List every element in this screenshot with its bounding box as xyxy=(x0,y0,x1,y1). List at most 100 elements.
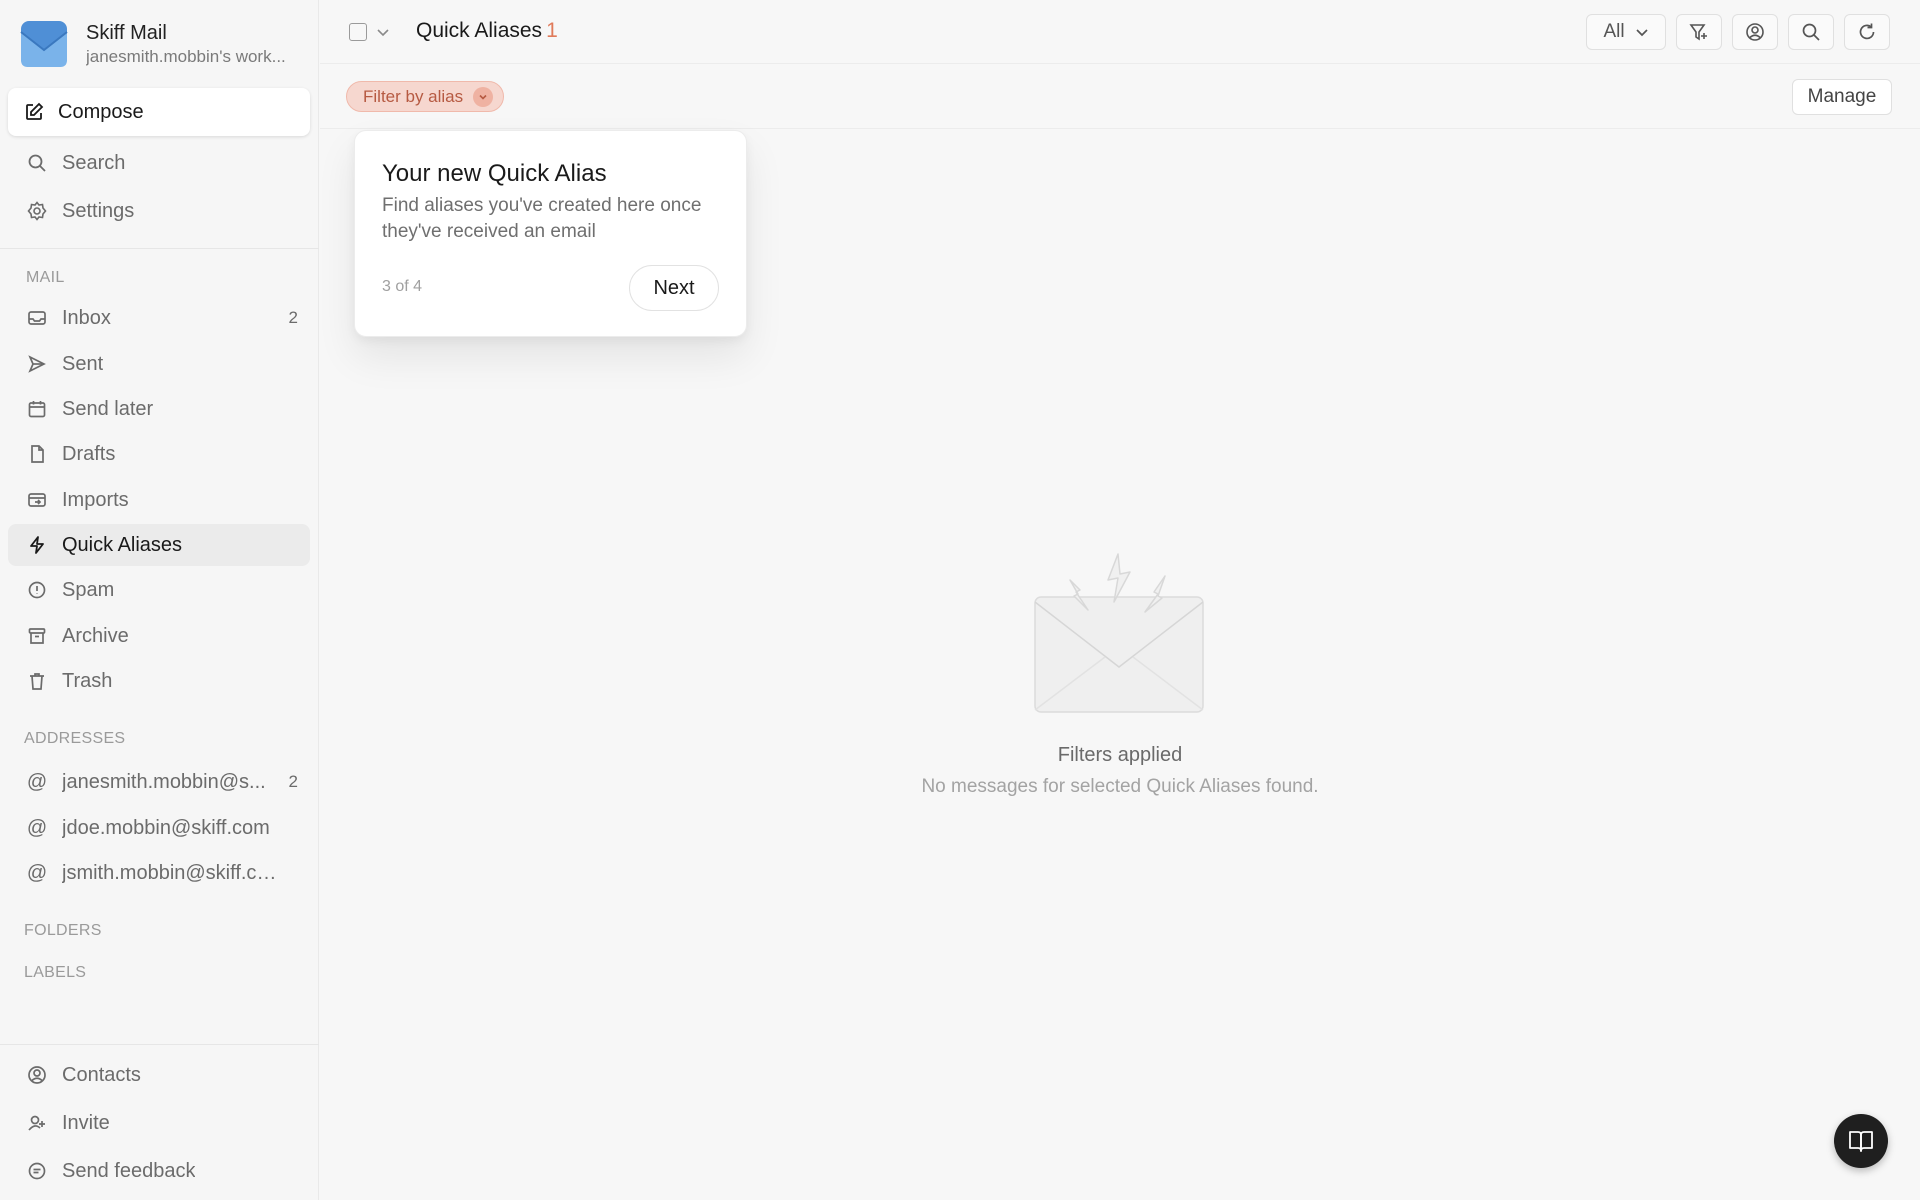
sidebar-item-trash[interactable]: Trash xyxy=(8,660,310,702)
sidebar-divider xyxy=(0,1044,319,1045)
search-button[interactable] xyxy=(1788,14,1834,50)
filter-plus-icon xyxy=(1689,24,1707,41)
feedback-icon xyxy=(26,1160,48,1182)
filter-select-dropdown[interactable]: All xyxy=(1586,14,1666,50)
filter-by-alias-button[interactable]: Filter by alias xyxy=(346,81,505,112)
addresses-section-title: ADDRESSES xyxy=(24,730,126,747)
refresh-icon xyxy=(1859,23,1875,40)
sidebar-item-label: Settings xyxy=(62,199,135,222)
sidebar-item-label: Imports xyxy=(62,488,129,511)
user-circle-icon xyxy=(1746,23,1764,41)
help-docs-button[interactable] xyxy=(1834,1114,1888,1168)
import-icon xyxy=(26,489,48,511)
invite-icon xyxy=(26,1112,48,1134)
address-label: jdoe.mobbin@skiff.com xyxy=(62,816,270,839)
at-sign-icon: @ xyxy=(26,770,48,793)
sidebar-item-label: Inbox xyxy=(62,306,111,329)
filter-bar: Filter by alias Manage xyxy=(320,65,1920,129)
chevron-down-icon xyxy=(1635,29,1648,37)
tooltip-title: Your new Quick Alias xyxy=(382,160,607,187)
mail-header: Quick Aliases 1 All xyxy=(320,0,1920,64)
sidebar-item-label: Spam xyxy=(62,578,115,601)
sidebar-item-settings[interactable]: Settings xyxy=(8,190,310,232)
sidebar-item-spam[interactable]: Spam xyxy=(8,569,310,611)
address-count-badge: 2 xyxy=(288,772,298,791)
skiff-mail-logo-icon xyxy=(20,21,68,67)
sidebar-item-label: Drafts xyxy=(62,442,116,465)
bolt-icon xyxy=(26,534,48,556)
sidebar-item-label: Invite xyxy=(62,1111,110,1134)
spam-icon xyxy=(26,579,48,601)
folders-section-title[interactable]: FOLDERS xyxy=(24,922,102,940)
address-label: janesmith.mobbin@s... xyxy=(62,770,266,793)
select-all-checkbox[interactable] xyxy=(349,23,367,41)
send-icon xyxy=(26,353,48,375)
chevron-down-icon[interactable] xyxy=(376,22,390,42)
empty-envelope-icon xyxy=(1034,553,1204,713)
gear-icon xyxy=(26,200,48,222)
sidebar-item-contacts[interactable]: Contacts xyxy=(8,1054,310,1096)
sidebar-item-label: Contacts xyxy=(62,1063,141,1086)
sidebar-item-quick-aliases[interactable]: Quick Aliases xyxy=(8,524,310,566)
address-label: jsmith.mobbin@skiff.com xyxy=(62,861,282,884)
sidebar-item-send-feedback[interactable]: Send feedback xyxy=(8,1150,310,1192)
sidebar-item-sent[interactable]: Sent xyxy=(8,343,310,385)
calendar-icon xyxy=(26,398,48,420)
sidebar-item-label: Trash xyxy=(62,669,113,692)
labels-section-title[interactable]: LABELS xyxy=(24,964,86,982)
chevron-down-icon xyxy=(473,86,494,107)
mail-section-title: MAIL xyxy=(26,269,65,286)
brand[interactable]: Skiff Mail janesmith.mobbin's work... xyxy=(20,20,286,68)
tooltip-description: Find aliases you've created here once th… xyxy=(382,195,702,242)
filter-select-value: All xyxy=(1603,21,1625,42)
next-button[interactable]: Next xyxy=(629,265,719,311)
sidebar-item-invite[interactable]: Invite xyxy=(8,1102,310,1144)
sidebar-item-search[interactable]: Search xyxy=(8,142,310,184)
app-name: Skiff Mail xyxy=(86,22,167,44)
book-open-icon xyxy=(1849,1131,1873,1152)
sidebar-item-label: Quick Aliases xyxy=(62,533,183,556)
at-sign-icon: @ xyxy=(26,816,48,839)
manage-button[interactable]: Manage xyxy=(1792,79,1892,115)
sidebar-item-label: Search xyxy=(62,151,126,174)
compose-icon xyxy=(26,102,44,120)
draft-icon xyxy=(26,443,48,465)
trash-icon xyxy=(26,670,48,692)
sidebar-item-label: Send feedback xyxy=(62,1159,196,1182)
page-title: Quick Aliases 1 xyxy=(416,19,558,43)
sidebar-item-imports[interactable]: Imports xyxy=(8,479,310,521)
at-sign-icon: @ xyxy=(26,861,48,884)
page-title-text: Quick Aliases xyxy=(416,19,543,42)
filter-pill-label: Filter by alias xyxy=(363,86,464,106)
sidebar-item-label: Sent xyxy=(62,352,104,375)
contacts-icon xyxy=(26,1064,48,1086)
search-icon xyxy=(26,152,48,174)
refresh-button[interactable] xyxy=(1844,14,1890,50)
sidebar-item-send-later[interactable]: Send later xyxy=(8,388,310,430)
tooltip-step-indicator: 3 of 4 xyxy=(382,278,423,295)
sidebar-item-inbox[interactable]: Inbox 2 xyxy=(8,297,310,339)
empty-state-title: Filters applied xyxy=(1057,744,1183,766)
app-root: Skiff Mail janesmith.mobbin's work... Co… xyxy=(0,0,1920,1200)
contacts-filter-button[interactable] xyxy=(1732,14,1778,50)
archive-icon xyxy=(26,625,48,647)
sidebar-divider xyxy=(0,248,319,249)
sidebar-item-label: Archive xyxy=(62,624,129,647)
sidebar: Skiff Mail janesmith.mobbin's work... Co… xyxy=(0,0,319,1200)
filter-add-button[interactable] xyxy=(1676,14,1722,50)
sidebar-item-label: Send later xyxy=(62,397,154,420)
page-count-badge: 1 xyxy=(546,19,558,42)
empty-state-subtitle: No messages for selected Quick Aliases f… xyxy=(921,776,1319,797)
inbox-icon xyxy=(26,307,48,329)
address-item[interactable]: @ jdoe.mobbin@skiff.com xyxy=(8,807,310,849)
sidebar-item-drafts[interactable]: Drafts xyxy=(8,433,310,475)
compose-label: Compose xyxy=(58,100,144,123)
search-icon xyxy=(1802,23,1820,41)
compose-button[interactable]: Compose xyxy=(8,88,310,136)
address-item[interactable]: @ janesmith.mobbin@s... 2 xyxy=(8,761,310,803)
onboarding-tooltip: Your new Quick Alias Find aliases you've… xyxy=(354,130,747,337)
sidebar-item-archive[interactable]: Archive xyxy=(8,615,310,657)
workspace-name: janesmith.mobbin's work... xyxy=(86,47,286,66)
address-item[interactable]: @ jsmith.mobbin@skiff.com xyxy=(8,852,310,894)
inbox-count-badge: 2 xyxy=(288,308,298,327)
